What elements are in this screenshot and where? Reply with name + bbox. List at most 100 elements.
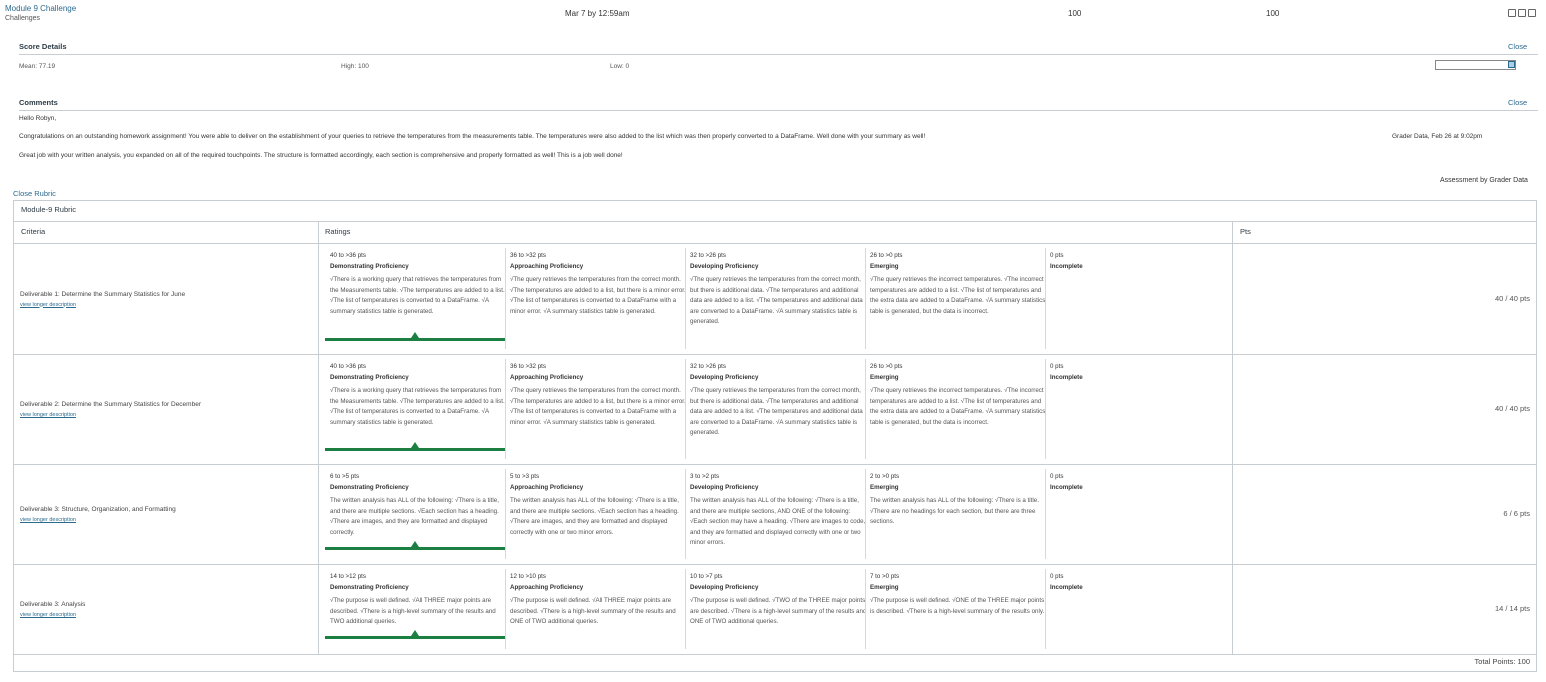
rating-4[interactable]: 26 to >0 pts Emerging √The query retrieves…: [870, 362, 1048, 428]
rating-5[interactable]: 0 pts Incomplete: [1050, 472, 1228, 496]
rating-points: 26 to >0 pts: [870, 363, 903, 370]
view-longer-description-link[interactable]: view longer description: [20, 412, 201, 418]
rating-3[interactable]: 10 to >7 pts Developing Proficiency √The p…: [690, 572, 868, 628]
rating-4[interactable]: 26 to >0 pts Emerging √The query retrieves…: [870, 251, 1048, 317]
rating-2[interactable]: 12 to >10 pts Approaching Proficiency √The…: [510, 572, 688, 628]
calculator-icon[interactable]: [1508, 61, 1515, 68]
low-stat: Low: 0: [610, 63, 630, 70]
rubric-icon[interactable]: [1528, 9, 1536, 17]
rating-divider: [505, 359, 506, 459]
due-date: Mar 7 by 12:59am: [565, 9, 630, 18]
rating-1[interactable]: 14 to >12 pts Demonstrating Proficiency √T…: [330, 572, 508, 628]
rating-description: √The purpose is well defined. √All THREE…: [510, 597, 676, 625]
rating-divider: [685, 569, 686, 649]
rating-title: Incomplete: [1050, 583, 1083, 591]
rating-title: Incomplete: [1050, 262, 1083, 270]
rating-divider: [685, 359, 686, 459]
rating-points: 14 to >12 pts: [330, 573, 366, 580]
pts-header: Pts: [1240, 227, 1251, 236]
comments-icon[interactable]: [1508, 9, 1516, 17]
rating-points: 7 to >0 pts: [870, 573, 900, 580]
rating-1[interactable]: 6 to >5 pts Demonstrating Proficiency The …: [330, 472, 508, 538]
rating-description: √The query retrieves the temperatures fr…: [690, 387, 863, 436]
rating-title: Demonstrating Proficiency: [330, 583, 409, 591]
rating-divider: [865, 469, 866, 559]
selected-rating-marker: [411, 442, 419, 448]
divider: [19, 54, 1538, 55]
rating-description: The written analysis has ALL of the foll…: [690, 497, 866, 546]
criterion-label: Deliverable 1: Determine the Summary Sta…: [20, 290, 186, 298]
score-details-title: Score Details: [19, 42, 67, 51]
rating-points: 5 to >3 pts: [510, 473, 540, 480]
rating-description: √There is a working query that retrieves…: [330, 387, 505, 426]
rating-2[interactable]: 5 to >3 pts Approaching Proficiency The wr…: [510, 472, 688, 538]
comments-close-link[interactable]: Close: [1508, 98, 1527, 107]
rating-5[interactable]: 0 pts Incomplete: [1050, 251, 1228, 275]
assignment-name-link[interactable]: Module 9 Challenge: [5, 4, 76, 13]
rating-description: The written analysis has ALL of the foll…: [330, 497, 499, 536]
criterion-points: 14 / 14 pts: [1494, 604, 1530, 613]
rating-points: 2 to >0 pts: [870, 473, 900, 480]
score-details-close-link[interactable]: Close: [1508, 42, 1527, 51]
close-rubric-link[interactable]: Close Rubric: [13, 189, 56, 198]
rating-1[interactable]: 40 to >36 pts Demonstrating Proficiency √T…: [330, 251, 508, 317]
rating-title: Developing Proficiency: [690, 373, 759, 381]
rating-divider: [865, 569, 866, 649]
rating-title: Demonstrating Proficiency: [330, 262, 409, 270]
criterion-name: Deliverable 3: Structure, Organization, …: [20, 506, 176, 523]
rating-title: Incomplete: [1050, 483, 1083, 491]
criterion-name: Deliverable 1: Determine the Summary Sta…: [20, 291, 185, 308]
selected-rating-indicator: [325, 547, 505, 550]
rating-points: 32 to >26 pts: [690, 252, 726, 259]
rating-3[interactable]: 32 to >26 pts Developing Proficiency √The …: [690, 362, 868, 439]
criterion-points: 40 / 40 pts: [1494, 404, 1530, 413]
row-divider: [13, 654, 1537, 655]
comments-title: Comments: [19, 98, 58, 107]
rating-title: Developing Proficiency: [690, 483, 759, 491]
rating-5[interactable]: 0 pts Incomplete: [1050, 572, 1228, 596]
score-details-icon[interactable]: [1518, 9, 1526, 17]
rating-description: √The query retrieves the temperatures fr…: [510, 276, 686, 315]
criteria-header: Criteria: [21, 227, 46, 236]
selected-rating-indicator: [325, 448, 505, 451]
rating-points: 40 to >36 pts: [330, 252, 366, 259]
selected-rating-indicator: [325, 636, 505, 639]
row-divider: [13, 564, 1537, 565]
what-if-score-input[interactable]: [1435, 60, 1516, 70]
rating-1[interactable]: 40 to >36 pts Demonstrating Proficiency √T…: [330, 362, 508, 428]
rating-points: 6 to >5 pts: [330, 473, 360, 480]
rubric-divider: [13, 221, 1537, 222]
rating-title: Incomplete: [1050, 373, 1083, 381]
criterion-label: Deliverable 2: Determine the Summary Sta…: [20, 401, 201, 408]
rating-5[interactable]: 0 pts Incomplete: [1050, 362, 1228, 386]
rating-divider: [505, 469, 506, 559]
rating-title: Emerging: [870, 583, 899, 591]
view-longer-description-link[interactable]: view longer description: [20, 612, 85, 618]
rating-description: √The purpose is well defined. √All THREE…: [330, 597, 496, 625]
rating-title: Approaching Proficiency: [510, 262, 584, 270]
rating-4[interactable]: 7 to >0 pts Emerging √The purpose is well …: [870, 572, 1048, 617]
rating-description: √The purpose is well defined. √TWO of th…: [690, 597, 867, 625]
rating-divider: [1045, 469, 1046, 559]
comment-greeting: Hello Robyn,: [19, 115, 57, 122]
rating-4[interactable]: 2 to >0 pts Emerging The written analysis …: [870, 472, 1048, 528]
row-icons: [1508, 9, 1536, 17]
mean-stat: Mean: 77.19: [19, 63, 56, 70]
rating-divider: [865, 248, 866, 349]
rating-3[interactable]: 3 to >2 pts Developing Proficiency The wri…: [690, 472, 868, 549]
rating-title: Developing Proficiency: [690, 262, 759, 270]
selected-rating-marker: [411, 541, 419, 547]
rating-2[interactable]: 36 to >32 pts Approaching Proficiency √The…: [510, 251, 688, 317]
rating-3[interactable]: 32 to >26 pts Developing Proficiency √The …: [690, 251, 868, 328]
view-longer-description-link[interactable]: view longer description: [20, 302, 185, 308]
rating-points: 12 to >10 pts: [510, 573, 546, 580]
criterion-name: Deliverable 2: Determine the Summary Sta…: [20, 401, 201, 418]
comment-paragraph-1: Congratulations on an outstanding homewo…: [19, 133, 926, 140]
view-longer-description-link[interactable]: view longer description: [20, 517, 176, 523]
rating-divider: [1045, 359, 1046, 459]
rating-points: 0 pts: [1050, 252, 1064, 259]
assessment-by: Assessment by Grader Data: [1440, 177, 1528, 184]
selected-rating-marker: [411, 630, 419, 636]
rating-2[interactable]: 36 to >32 pts Approaching Proficiency √The…: [510, 362, 688, 428]
rating-title: Emerging: [870, 373, 899, 381]
